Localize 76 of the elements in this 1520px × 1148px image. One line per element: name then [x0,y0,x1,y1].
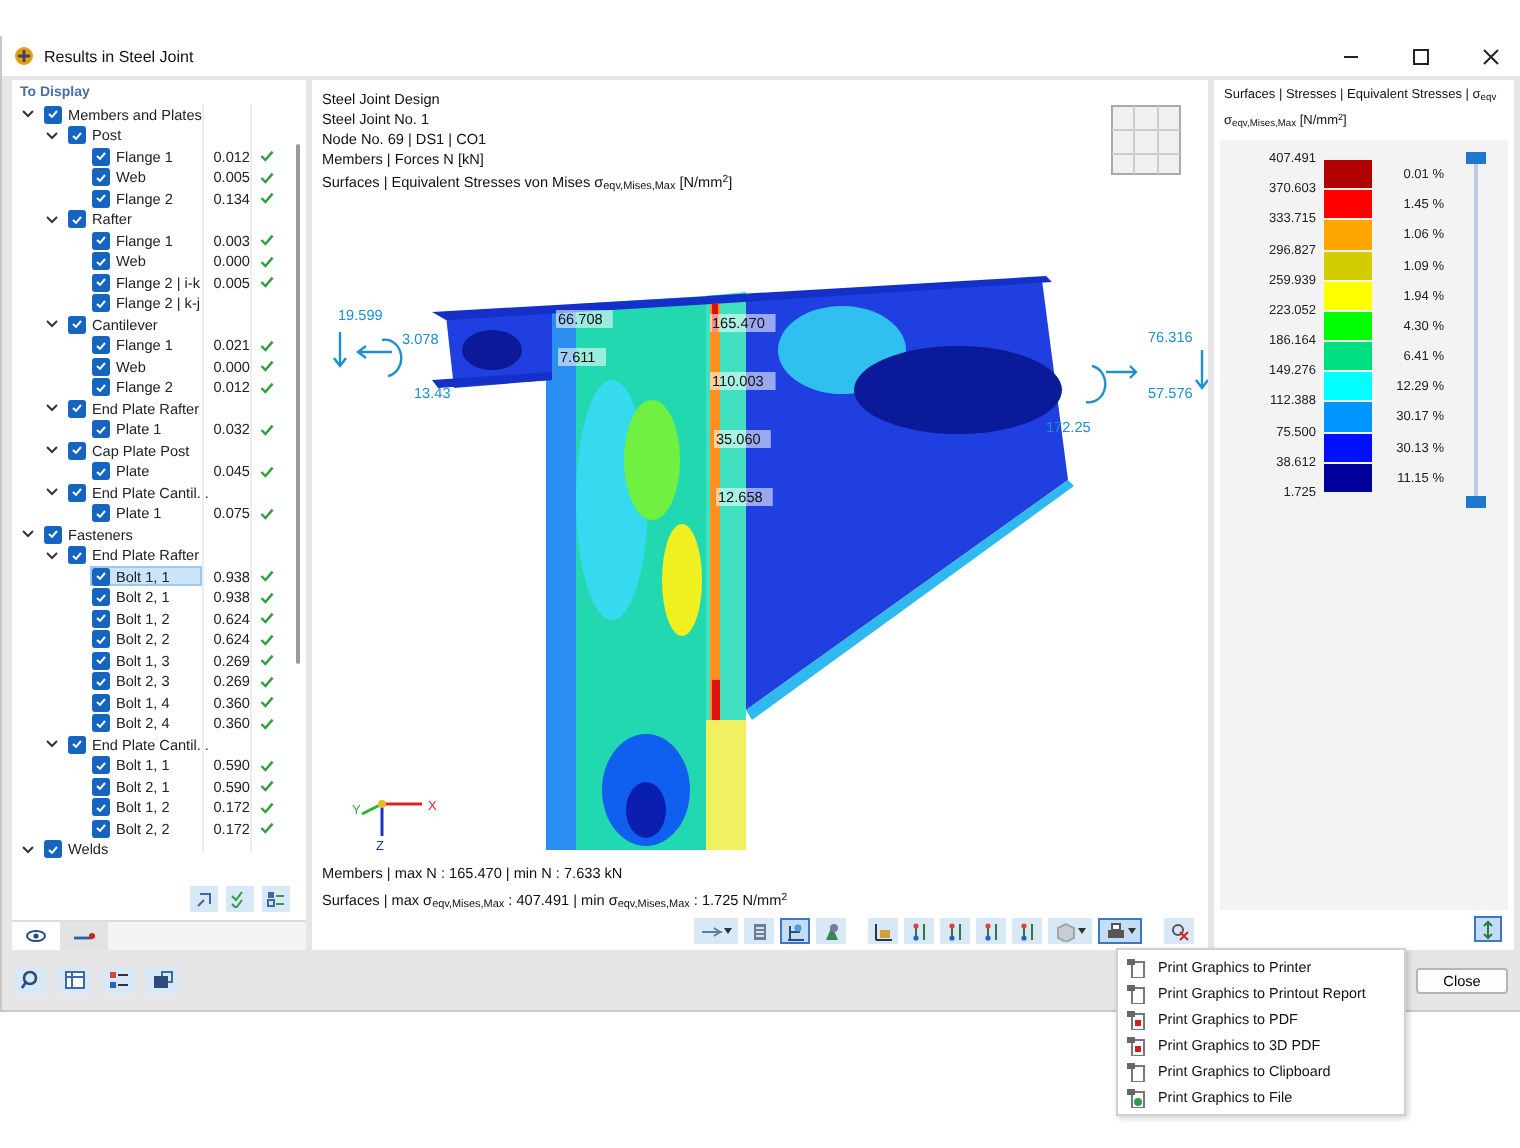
checkbox[interactable] [44,840,62,859]
checkbox[interactable] [68,441,86,460]
checkbox[interactable] [92,588,110,607]
checkbox[interactable] [92,693,110,712]
cube-icon[interactable] [1048,918,1092,944]
chevron-icon[interactable] [44,547,60,564]
search-icon[interactable] [14,967,46,993]
chevron-icon[interactable] [44,127,60,144]
checkbox[interactable] [92,630,110,649]
document-icon [1126,1087,1146,1107]
checkbox[interactable] [92,252,110,271]
checkbox[interactable] [92,567,110,586]
check-all-icon[interactable] [226,886,254,912]
zoom-reset-icon[interactable] [1164,918,1194,944]
checkbox[interactable] [91,294,110,313]
checkbox[interactable] [44,105,62,124]
checkbox[interactable] [92,777,110,796]
member-tab[interactable] [60,922,108,950]
checkbox[interactable] [92,420,110,439]
eye-icon [26,930,46,942]
document-icon [1126,1061,1146,1081]
checkbox[interactable] [92,714,110,733]
checkbox[interactable] [92,798,110,817]
checkbox[interactable] [92,504,110,523]
checkbox[interactable] [68,483,86,502]
printer-icon[interactable] [1098,918,1142,944]
checkbox[interactable] [91,273,110,292]
maximize-icon[interactable] [1411,47,1429,65]
checkbox[interactable] [92,672,110,691]
checkbox[interactable] [92,462,110,481]
table-icon[interactable] [58,967,90,993]
checkbox[interactable] [44,525,62,544]
close-icon[interactable] [1481,47,1499,65]
chevron-icon[interactable] [20,841,36,858]
toggle-icon[interactable] [262,886,290,912]
chevron-icon[interactable] [44,736,60,753]
chevron-icon[interactable] [20,106,36,123]
document-icon [1126,957,1146,977]
app-icon [14,46,34,66]
range-slider[interactable] [1464,151,1488,508]
checkbox[interactable] [68,735,86,754]
chevron-icon[interactable] [44,211,60,228]
checkbox[interactable] [68,315,86,334]
checkbox[interactable] [92,819,110,838]
member-icon [72,930,96,942]
checkbox[interactable] [68,399,86,418]
checkbox[interactable] [92,378,110,397]
checkbox[interactable] [92,168,110,187]
scale-icon[interactable] [1474,916,1502,942]
checkbox[interactable] [92,357,110,376]
checkbox[interactable] [92,756,110,775]
checkbox[interactable] [92,651,110,670]
checkbox[interactable] [92,336,110,355]
checkbox[interactable] [92,231,110,250]
eye-tab[interactable] [12,922,60,950]
document-icon [1126,1009,1146,1029]
layers-icon[interactable] [744,918,774,944]
chevron-icon[interactable] [44,484,60,501]
chevron-icon[interactable] [20,526,36,543]
chevron-icon[interactable] [44,316,60,333]
graph-icon[interactable] [868,918,898,944]
checkbox[interactable] [92,147,110,166]
axis-triad-drawing [361,800,422,836]
list-icon[interactable] [102,967,134,993]
checkbox[interactable] [68,210,86,229]
scrollbar[interactable] [296,144,300,664]
select-icon[interactable] [190,886,218,912]
chevron-icon[interactable] [44,400,60,417]
checkbox[interactable] [92,189,110,208]
checkbox[interactable] [92,609,110,628]
document-icon [1126,983,1146,1003]
checkbox[interactable] [68,126,86,145]
document-icon [1126,1035,1146,1055]
checkbox[interactable] [68,546,86,565]
chevron-icon[interactable] [44,442,60,459]
window-title: Results in Steel Joint [44,47,196,65]
